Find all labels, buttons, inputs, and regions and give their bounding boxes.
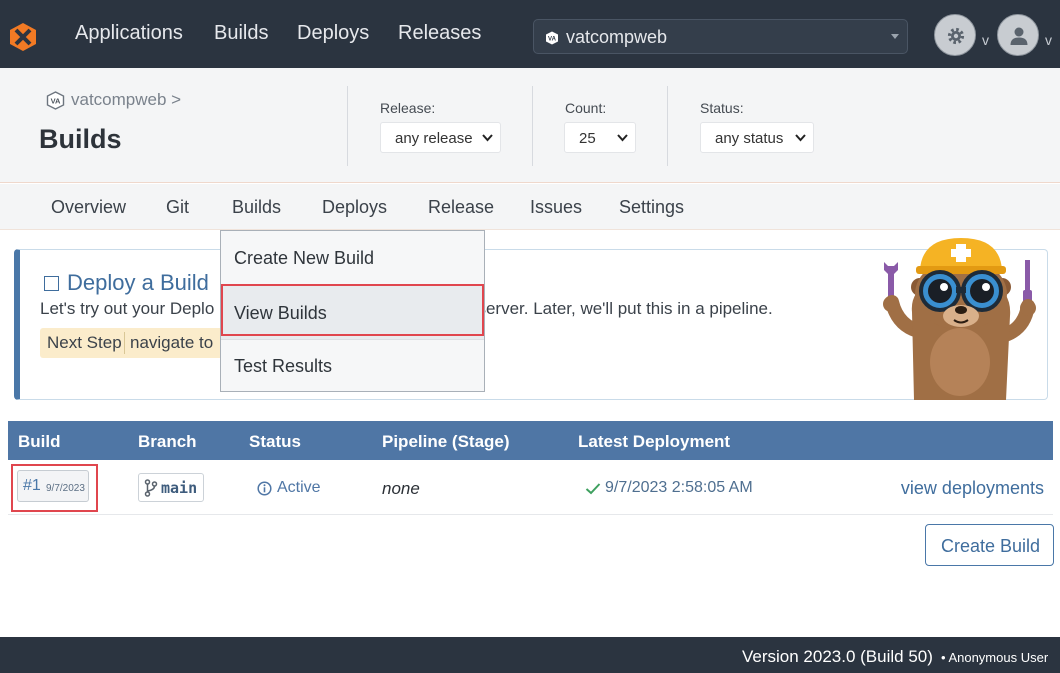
- status-filter-label: Status:: [700, 100, 744, 116]
- chevron-down-icon: [617, 134, 628, 142]
- latest-deployment-time: 9/7/2023 2:58:05 AM: [605, 479, 753, 496]
- branch-name: main: [161, 479, 198, 497]
- status-filter-select[interactable]: any status: [700, 122, 814, 153]
- column-header-latest-deployment[interactable]: Latest Deployment: [578, 432, 730, 452]
- current-user[interactable]: • Anonymous User: [941, 650, 1048, 665]
- gear-icon: [947, 27, 965, 45]
- tab-release[interactable]: Release: [428, 197, 494, 218]
- app-badge-icon: VA: [546, 31, 558, 45]
- next-step-text: navigate to: [130, 333, 214, 352]
- nav-deploys[interactable]: Deploys: [297, 22, 369, 45]
- branch-badge[interactable]: main: [138, 473, 204, 502]
- user-icon: [1010, 27, 1028, 45]
- settings-button[interactable]: [934, 14, 976, 56]
- checkbox-icon: [44, 276, 59, 291]
- count-filter-value: 25: [579, 130, 596, 147]
- release-filter-label: Release:: [380, 100, 436, 116]
- divider: [347, 86, 348, 166]
- column-header-build[interactable]: Build: [18, 432, 61, 452]
- chevron-down-icon: [891, 34, 899, 39]
- table-row: #1 9/7/2023 main Active none 9/7/2023 2:…: [8, 460, 1053, 515]
- breadcrumb-text[interactable]: vatcompweb >: [71, 90, 181, 110]
- application-selector[interactable]: VA vatcompweb: [533, 19, 908, 54]
- divider: [532, 86, 533, 166]
- info-icon: [257, 481, 272, 496]
- tab-builds[interactable]: Builds: [232, 197, 281, 218]
- inedo-logo-icon[interactable]: [8, 22, 38, 52]
- top-navbar: Applications Builds Deploys Releases VA …: [0, 0, 1060, 68]
- nav-applications[interactable]: Applications: [75, 22, 183, 45]
- tab-settings[interactable]: Settings: [619, 197, 684, 218]
- application-subnav: Overview Git Builds Deploys Release Issu…: [0, 184, 1060, 230]
- app-badge-text: VA: [548, 37, 557, 43]
- git-branch-icon: [144, 479, 158, 497]
- page-header: VA vatcompweb > Builds Release: any rele…: [0, 68, 1060, 183]
- settings-caret[interactable]: v: [982, 32, 989, 48]
- status-filter-value: any status: [715, 130, 784, 147]
- otter-mascot-illustration: [883, 238, 1036, 400]
- nav-releases[interactable]: Releases: [398, 22, 481, 45]
- version-text: Version 2023.0 (Build 50): [742, 647, 933, 666]
- tab-issues[interactable]: Issues: [530, 197, 582, 218]
- menu-item-create-new-build[interactable]: Create New Build: [221, 231, 484, 284]
- nav-builds[interactable]: Builds: [214, 22, 268, 45]
- check-icon: [585, 483, 601, 495]
- breadcrumb-badge-text: VA: [51, 97, 61, 106]
- count-filter-select[interactable]: 25: [564, 122, 636, 153]
- divider: [667, 86, 668, 166]
- tab-deploys[interactable]: Deploys: [322, 197, 387, 218]
- chevron-down-icon: [795, 134, 806, 142]
- tab-overview[interactable]: Overview: [51, 197, 126, 218]
- next-step-label: Next Step: [47, 333, 122, 352]
- create-build-button[interactable]: Create Build: [925, 524, 1054, 566]
- pipeline-cell: none: [382, 479, 420, 498]
- view-builds-highlight: [221, 284, 484, 336]
- user-menu-button[interactable]: [997, 14, 1039, 56]
- page-title: Builds: [39, 124, 122, 154]
- column-header-branch[interactable]: Branch: [138, 432, 197, 452]
- user-caret[interactable]: v: [1045, 32, 1052, 48]
- application-selector-value: vatcompweb: [566, 27, 668, 47]
- builds-table-header: Build Branch Status Pipeline (Stage) Lat…: [8, 421, 1053, 460]
- chevron-down-icon: [482, 134, 493, 142]
- column-header-status[interactable]: Status: [249, 432, 301, 452]
- status-text: Active: [277, 479, 321, 496]
- build-number-highlight: [11, 464, 98, 512]
- card-title[interactable]: Deploy a Build: [44, 270, 209, 296]
- divider: [124, 332, 125, 354]
- release-filter-value: any release: [395, 130, 473, 147]
- count-filter-label: Count:: [565, 100, 607, 116]
- app-badge-icon: VA: [46, 91, 65, 110]
- column-header-pipeline[interactable]: Pipeline (Stage): [382, 432, 510, 452]
- view-deployments-link[interactable]: view deployments: [901, 478, 1044, 499]
- next-step-hint: Next Step navigate to: [40, 328, 240, 358]
- menu-item-test-results[interactable]: Test Results: [221, 339, 484, 392]
- release-filter-select[interactable]: any release: [380, 122, 501, 153]
- footer: Version 2023.0 (Build 50) • Anonymous Us…: [0, 637, 1060, 673]
- tab-git[interactable]: Git: [166, 197, 189, 218]
